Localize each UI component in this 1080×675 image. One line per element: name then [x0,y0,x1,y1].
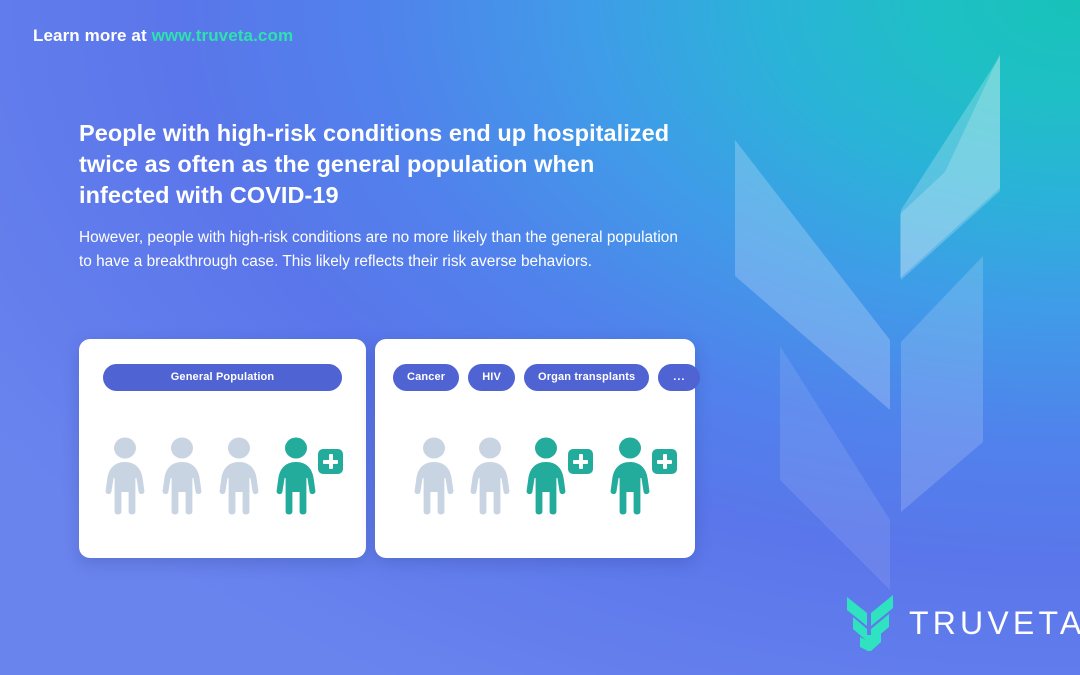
high-risk-figure-row [375,437,695,515]
pill-cancer[interactable]: Cancer [393,364,460,391]
headline: People with high-risk conditions end up … [79,120,670,208]
truveta-watermark-logo [700,28,1080,598]
medical-cross-icon [652,449,677,474]
truveta-wordmark: TRUVETA [909,604,1080,641]
pill-general-population[interactable]: General Population [103,364,342,391]
body-paragraph: However, people with high-risk condition… [79,229,678,270]
pill-organ-transplants[interactable]: Organ transplants [524,364,650,391]
medical-cross-icon [318,449,343,474]
truveta-logo-mark-icon [847,595,893,651]
person-figure-inactive [217,437,261,515]
pill-more-conditions[interactable]: ... [658,364,701,391]
pill-hiv[interactable]: HIV [468,364,515,391]
person-figure-hospitalized [608,437,680,515]
person-figure-inactive [160,437,204,515]
learn-more-line: Learn more at www.truveta.com [33,26,293,46]
medical-cross-icon [568,449,593,474]
person-figure-inactive [412,437,456,515]
high-risk-pill-row: Cancer HIV Organ transplants ... [375,364,701,391]
truveta-logo-lockup: TRUVETA [847,595,1080,651]
general-population-pill-row: General Population [79,364,366,391]
general-population-card: General Population [79,339,366,558]
person-figure-inactive [468,437,512,515]
truveta-website-link[interactable]: www.truveta.com [152,26,294,45]
general-population-figure-row [79,437,366,515]
high-risk-conditions-card: Cancer HIV Organ transplants ... [375,339,701,558]
person-figure-inactive [103,437,147,515]
learn-more-prefix: Learn more at [33,26,152,45]
person-figure-hospitalized [524,437,596,515]
infographic-canvas: Learn more at www.truveta.com People wit… [0,0,1080,675]
person-figure-hospitalized [274,437,346,515]
